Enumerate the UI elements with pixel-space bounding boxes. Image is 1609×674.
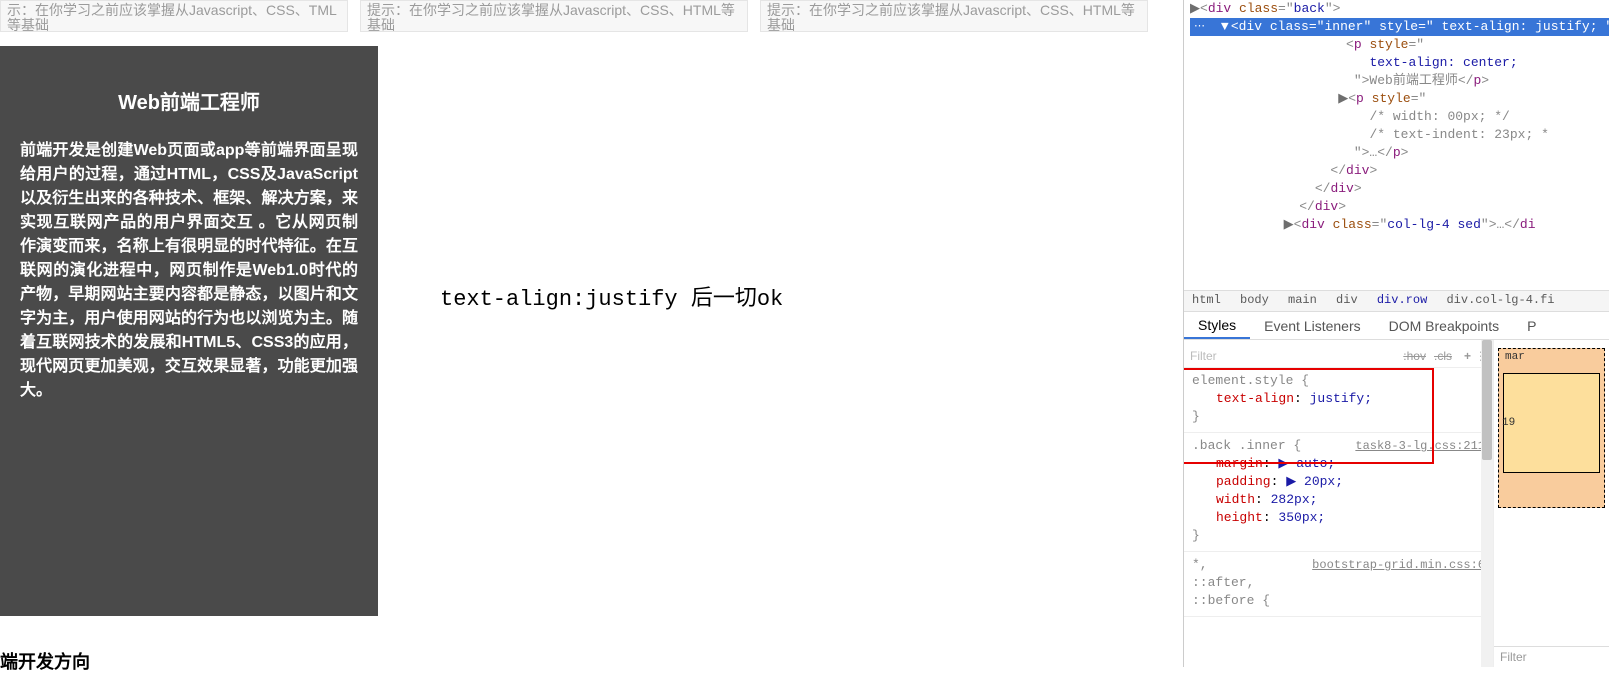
rule-selector[interactable]: .back .inner { <box>1192 438 1301 453</box>
tab-dom-breakpoints[interactable]: DOM Breakpoints <box>1375 314 1513 338</box>
dom-node-close[interactable]: </div> <box>1190 198 1609 216</box>
styles-toolbar: Filter :hov .cls + ⋮ <box>1184 344 1493 368</box>
hint-card-1: 示：在你学习之前应该掌握从Javascript、CSS、TML等基础 <box>0 0 348 32</box>
box-model-border[interactable]: 19 <box>1503 373 1600 473</box>
page-viewport: 示：在你学习之前应该掌握从Javascript、CSS、TML等基础 提示：在你… <box>0 0 1183 667</box>
box-model-pane[interactable]: mar 19 Filter <box>1494 340 1609 667</box>
dom-node[interactable]: ▶<div class="back"> <box>1190 0 1609 18</box>
crumb-body[interactable]: body <box>1240 293 1269 307</box>
dom-node-selected[interactable]: ⋯ ▼<div class="inner" style=" text-align… <box>1190 18 1609 36</box>
hint-card-2: 提示：在你学习之前应该掌握从Javascript、CSS、HTML等基础 <box>360 0 748 32</box>
rule-selector[interactable]: element.style { <box>1192 373 1309 388</box>
rule-brace: } <box>1192 528 1200 543</box>
dom-node[interactable]: ▶<div class="col-lg-4 sed">…</di <box>1190 216 1609 234</box>
ellipsis-icon[interactable]: ⋯ <box>1190 18 1209 36</box>
tab-styles[interactable]: Styles <box>1184 313 1250 339</box>
margin-label: mar <box>1505 351 1525 363</box>
flip-card-back: Web前端工程师 前端开发是创建Web页面或app等前端界面呈现给用户的过程，通… <box>0 46 378 616</box>
card-body: 前端开发是创建Web页面或app等前端界面呈现给用户的过程，通过HTML，CSS… <box>20 139 358 403</box>
crumb-row[interactable]: div.row <box>1377 293 1427 307</box>
crumb-html[interactable]: html <box>1192 293 1221 307</box>
css-prop[interactable]: width <box>1216 492 1255 507</box>
crumb-col[interactable]: div.col-lg-4.fi <box>1446 293 1554 307</box>
styles-filter-input[interactable]: Filter <box>1190 349 1217 363</box>
devtools-panel: ▶<div class="back"> ⋯ ▼<div class="inner… <box>1183 0 1609 667</box>
box-model-margin[interactable]: mar 19 <box>1498 348 1605 508</box>
styles-rules-pane[interactable]: Filter :hov .cls + ⋮ element.style { tex… <box>1184 340 1494 667</box>
crumb-div[interactable]: div <box>1336 293 1358 307</box>
computed-filter-input[interactable]: Filter <box>1494 646 1609 667</box>
cls-toggle[interactable]: .cls <box>1434 349 1452 363</box>
annotation-text: text-align:justify 后一切ok <box>440 280 783 312</box>
source-link[interactable]: task8-3-lg.css:211 <box>1355 437 1485 455</box>
card-title: Web前端工程师 <box>20 86 358 115</box>
margin-left-value: 19 <box>1502 417 1515 429</box>
style-rule-universal[interactable]: bootstrap-grid.min.css:6 *, ::after, ::b… <box>1184 552 1493 617</box>
elements-breadcrumb[interactable]: html body main div div.row div.col-lg-4.… <box>1184 290 1609 312</box>
css-val[interactable]: ▶ 20px; <box>1286 474 1343 489</box>
hov-toggle[interactable]: :hov <box>1403 349 1426 363</box>
rule-selector[interactable]: ::after, <box>1192 575 1254 590</box>
dom-style-line[interactable]: text-align: center; <box>1190 54 1609 72</box>
source-link[interactable]: bootstrap-grid.min.css:6 <box>1312 556 1485 574</box>
css-val[interactable]: 282px; <box>1271 492 1318 507</box>
css-prop[interactable]: padding <box>1216 474 1271 489</box>
scrollbar-thumb[interactable] <box>1482 340 1492 460</box>
dom-node[interactable]: ">Web前端工程师</p> <box>1190 72 1609 90</box>
css-prop[interactable]: height <box>1216 510 1263 525</box>
dom-node[interactable]: ">…</p> <box>1190 144 1609 162</box>
scrollbar[interactable] <box>1481 340 1493 667</box>
rule-selector[interactable]: ::before { <box>1192 593 1270 608</box>
hint-text: 提示：在你学习之前应该掌握从Javascript、CSS、HTML等基础 <box>367 2 735 32</box>
rule-brace: } <box>1192 409 1200 424</box>
rule-selector[interactable]: *, <box>1192 557 1208 572</box>
dom-node[interactable]: <p style=" <box>1190 36 1609 54</box>
style-rule-element[interactable]: element.style { text-align: justify; } <box>1184 368 1493 433</box>
styles-body: Filter :hov .cls + ⋮ element.style { tex… <box>1184 340 1609 667</box>
dom-node[interactable]: ▶<p style=" <box>1190 90 1609 108</box>
new-style-rule-button[interactable]: + <box>1464 349 1471 363</box>
tab-properties[interactable]: P <box>1513 314 1550 338</box>
style-rule-back-inner[interactable]: task8-3-lg.css:211 .back .inner { margin… <box>1184 433 1493 552</box>
hint-text: 示：在你学习之前应该掌握从Javascript、CSS、TML等基础 <box>7 2 337 32</box>
styles-subtabs: Styles Event Listeners DOM Breakpoints P <box>1184 312 1609 340</box>
hint-text: 提示：在你学习之前应该掌握从Javascript、CSS、HTML等基础 <box>767 2 1135 32</box>
css-val[interactable]: justify; <box>1310 391 1372 406</box>
css-val[interactable]: ▶ auto; <box>1278 456 1335 471</box>
tab-event-listeners[interactable]: Event Listeners <box>1250 314 1375 338</box>
dom-node-close[interactable]: </div> <box>1190 162 1609 180</box>
css-val[interactable]: 350px; <box>1278 510 1325 525</box>
dom-comment[interactable]: /* width: 00px; */ <box>1190 108 1609 126</box>
hint-card-3: 提示：在你学习之前应该掌握从Javascript、CSS、HTML等基础 <box>760 0 1148 32</box>
css-prop[interactable]: margin <box>1216 456 1263 471</box>
crumb-main[interactable]: main <box>1288 293 1317 307</box>
elements-dom-tree[interactable]: ▶<div class="back"> ⋯ ▼<div class="inner… <box>1184 0 1609 290</box>
css-prop[interactable]: text-align <box>1216 391 1294 406</box>
dom-comment[interactable]: /* text-indent: 23px; * <box>1190 126 1609 144</box>
dom-node-close[interactable]: </div> <box>1190 180 1609 198</box>
section-heading-partial: 端开发方向 <box>0 648 380 674</box>
